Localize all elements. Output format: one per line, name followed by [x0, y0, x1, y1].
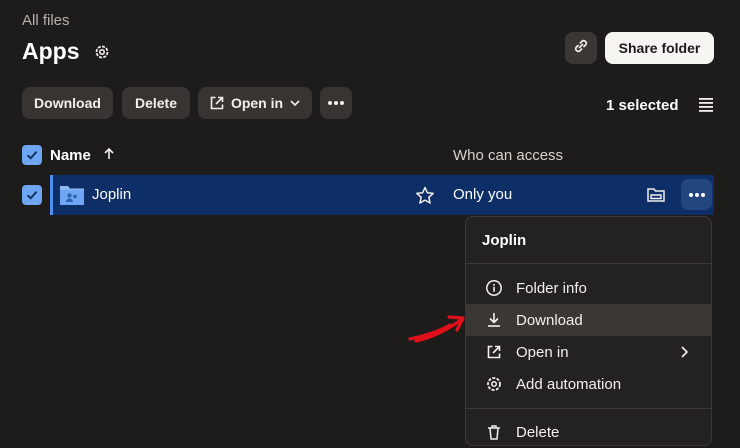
star-icon[interactable]: [415, 186, 435, 210]
menu-item-delete[interactable]: Delete: [466, 416, 711, 448]
list-view-icon[interactable]: [696, 96, 716, 114]
sort-ascending-icon: [103, 147, 115, 165]
share-folder-button[interactable]: Share folder: [605, 32, 714, 64]
ellipsis-icon: [688, 192, 706, 198]
menu-divider: [466, 408, 711, 409]
checkmark-icon: [25, 148, 39, 162]
download-icon: [484, 310, 504, 330]
delete-button[interactable]: Delete: [122, 87, 190, 119]
menu-item-label: Open in: [516, 343, 569, 361]
open-external-icon: [209, 95, 225, 111]
menu-item-label: Add automation: [516, 375, 622, 393]
menu-divider: [466, 263, 711, 264]
link-icon: [572, 37, 590, 60]
page-title: Apps: [22, 38, 80, 64]
menu-item-add-automation[interactable]: Add automation: [466, 368, 711, 400]
menu-item-label: Delete: [516, 423, 560, 441]
menu-item-download[interactable]: Download: [466, 304, 711, 336]
ellipsis-icon: [327, 100, 345, 106]
menu-item-label: Folder info: [516, 279, 587, 297]
select-all-checkbox[interactable]: [22, 145, 42, 165]
shared-folder-icon: [59, 183, 85, 212]
open-external-icon: [484, 342, 504, 362]
copy-link-button[interactable]: [565, 32, 597, 64]
settings-gear-icon[interactable]: [92, 42, 112, 62]
menu-item-folder-info[interactable]: Folder info: [466, 272, 711, 304]
download-button[interactable]: Download: [22, 87, 113, 119]
context-menu-title: Joplin: [482, 232, 527, 249]
annotation-arrow: [404, 312, 470, 349]
checkmark-icon: [25, 188, 39, 202]
name-column-header[interactable]: Name: [50, 147, 115, 165]
more-actions-button[interactable]: [320, 87, 352, 119]
row-name[interactable]: Joplin: [92, 186, 131, 203]
row-checkbox[interactable]: [22, 185, 42, 205]
trash-icon: [484, 422, 504, 442]
row-more-button[interactable]: [681, 179, 712, 210]
breadcrumb[interactable]: All files: [22, 12, 70, 29]
menu-item-open-in[interactable]: Open in: [466, 336, 711, 368]
row-access: Only you: [453, 186, 513, 203]
table-row[interactable]: [50, 175, 714, 215]
open-in-button[interactable]: Open in: [198, 87, 312, 119]
access-column-header[interactable]: Who can access: [453, 147, 563, 164]
folder-tray-icon[interactable]: [646, 185, 666, 210]
open-in-label: Open in: [230, 95, 284, 111]
automation-gear-icon: [484, 374, 504, 394]
info-icon: [484, 278, 504, 298]
chevron-down-icon: [289, 97, 301, 109]
name-column-label: Name: [50, 147, 91, 164]
chevron-right-icon: [678, 345, 690, 359]
menu-item-label: Download: [516, 311, 583, 329]
selection-count: 1 selected: [606, 97, 679, 114]
